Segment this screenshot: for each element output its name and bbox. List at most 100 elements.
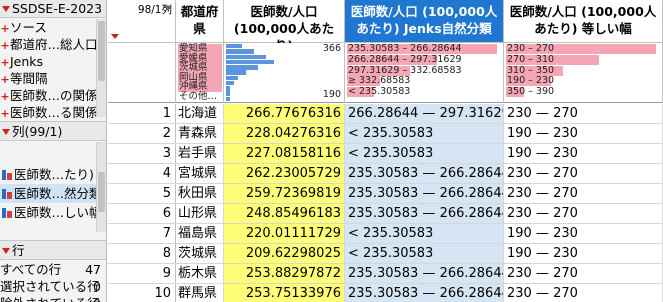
expand-plus-icon[interactable]: + [0,71,10,87]
script-item[interactable]: +Jenks [0,53,96,70]
script-item[interactable]: +ソース [0,19,96,36]
expand-plus-icon[interactable]: + [0,37,10,53]
cell-pref[interactable]: 秋田県 [176,184,224,203]
scripts-scrollbar[interactable] [96,19,106,117]
row-number[interactable]: 3 [108,144,176,163]
columns-scrollbar[interactable] [96,142,106,232]
scripts-scrollbar-thumb[interactable] [98,21,105,81]
cell-val[interactable]: 209.62298025 [224,244,345,263]
cell-pref[interactable]: 北海道 [176,104,224,123]
cell-pref[interactable]: 青森県 [176,124,224,143]
cell-eq[interactable]: 190 — 230 [504,124,663,143]
table-name: SSDSE-E-2023 [12,1,103,16]
disclosure-red-icon[interactable] [2,248,10,254]
row-menu-icon[interactable] [111,34,119,39]
table-row[interactable]: 8 茨城県 209.62298025 < 235.30583 190 — 230 [108,244,663,264]
expand-plus-icon[interactable]: + [0,88,10,104]
cell-val[interactable]: 266.77676316 [224,104,345,123]
column-item[interactable]: 医師数…しい幅 [0,203,96,222]
expand-plus-icon[interactable]: + [0,105,10,121]
row-number[interactable]: 2 [108,124,176,143]
script-item-label: ソース [10,20,47,35]
cell-jenks[interactable]: 235.30583 — 266.28644 [345,264,504,283]
table-row[interactable]: 1 北海道 266.77676316 266.28644 — 297.31629 230… [108,104,663,124]
cell-val[interactable]: 220.01111729 [224,224,345,243]
row-number[interactable]: 5 [108,184,176,203]
cell-eq[interactable]: 230 — 270 [504,164,663,183]
cell-pref[interactable]: 宮城県 [176,164,224,183]
cell-eq[interactable]: 190 — 230 [504,224,663,243]
cell-jenks[interactable]: < 235.30583 [345,124,504,143]
column-item[interactable]: 医師数…たり) [0,165,96,184]
cell-jenks[interactable]: 266.28644 — 297.31629 [345,104,504,123]
row-number[interactable]: 8 [108,244,176,263]
row-number[interactable]: 4 [108,164,176,183]
script-item[interactable]: +等間隔 [0,70,96,87]
col-header-jenks[interactable]: 医師数/人口 (100,000人あたり) Jenks自然分類 [345,0,504,43]
col-header-eq[interactable]: 医師数/人口 (100,000人あたり) 等しい幅 [504,0,663,43]
table-row[interactable]: 9 栃木県 253.88297872 235.30583 — 266.28644 230… [108,264,663,284]
row-number[interactable]: 6 [108,204,176,223]
cell-eq[interactable]: 190 — 230 [504,144,663,163]
disclosure-red-icon[interactable] [2,129,10,135]
script-item-label: 医師数…の関係 [10,88,96,103]
table-row[interactable]: 4 宮城県 262.23005729 235.30583 — 266.28644 230… [108,164,663,184]
script-item-label: 医師数…る関係 [10,105,96,120]
cell-val[interactable]: 228.04276316 [224,124,345,143]
col-header-pref[interactable]: 都道府県 [176,0,224,43]
cell-val[interactable]: 253.75133976 [224,284,345,302]
cell-pref[interactable]: 群馬県 [176,284,224,302]
cell-jenks[interactable]: 235.30583 — 266.28644 [345,204,504,223]
table-row[interactable]: 7 福島県 220.01111729 < 235.30583 190 — 230 [108,224,663,244]
summary-rowheader [108,43,176,103]
table-row[interactable]: 2 青森県 228.04276316 < 235.30583 190 — 230 [108,124,663,144]
column-item[interactable]: 医師数…然分類 [0,184,96,203]
script-item[interactable]: +都道府…総人口 [0,36,96,53]
expand-plus-icon[interactable]: + [0,54,10,70]
columns-panel-header[interactable]: 列(99/1) [0,121,106,141]
cell-val[interactable]: 262.23005729 [224,164,345,183]
cell-eq[interactable]: 230 — 270 [504,104,663,123]
summary-val: 366 190 [224,43,345,103]
table-row[interactable]: 3 岩手県 227.08158116 < 235.30583 190 — 230 [108,144,663,164]
cell-jenks[interactable]: < 235.30583 [345,244,504,263]
table-row[interactable]: 6 山形県 248.85496183 235.30583 — 266.28644 230… [108,204,663,224]
cell-val[interactable]: 227.08158116 [224,144,345,163]
disclosure-red-icon[interactable] [2,6,10,12]
histogram-bar [226,54,266,59]
cell-pref[interactable]: 岩手県 [176,144,224,163]
script-item[interactable]: +医師数…る関係 [0,104,96,121]
script-item[interactable]: +医師数…の関係 [0,87,96,104]
cell-pref[interactable]: 栃木県 [176,264,224,283]
rows-panel-header[interactable]: 行 [0,240,106,260]
cell-jenks[interactable]: 235.30583 — 266.28644 [345,164,504,183]
cell-pref[interactable]: 山形県 [176,204,224,223]
table-row[interactable]: 10 群馬県 253.75133976 235.30583 — 266.28644 23… [108,284,663,302]
cell-jenks[interactable]: < 235.30583 [345,144,504,163]
cell-pref[interactable]: 茨城県 [176,244,224,263]
column-menu-icon[interactable] [164,6,172,11]
cell-eq[interactable]: 230 — 270 [504,184,663,203]
cell-val[interactable]: 253.88297872 [224,264,345,283]
row-number[interactable]: 9 [108,264,176,283]
cell-eq[interactable]: 230 — 270 [504,204,663,223]
table-row[interactable]: 5 秋田県 259.72369819 235.30583 — 266.28644 230… [108,184,663,204]
row-number[interactable]: 7 [108,224,176,243]
col-header-val[interactable]: 医師数/人口 (100,000人あたり) [224,0,345,53]
cell-val[interactable]: 248.85496183 [224,204,345,223]
cell-eq[interactable]: 190 — 230 [504,244,663,263]
row-number[interactable]: 10 [108,284,176,302]
columns-scrollbar-thumb[interactable] [98,172,105,212]
row-stat-label: すべての行 [0,262,62,277]
table-panel-header[interactable]: SSDSE-E-2023 [0,0,106,18]
row-number[interactable]: 1 [108,104,176,123]
cell-eq[interactable]: 230 — 270 [504,284,663,302]
cell-jenks[interactable]: < 235.30583 [345,224,504,243]
cell-pref[interactable]: 福島県 [176,224,224,243]
cell-val[interactable]: 259.72369819 [224,184,345,203]
cell-jenks[interactable]: 235.30583 — 266.28644 [345,284,504,302]
cell-eq[interactable]: 230 — 270 [504,264,663,283]
cell-jenks[interactable]: 235.30583 — 266.28644 [345,184,504,203]
grid-corner[interactable]: 98/1列 [108,0,176,43]
expand-plus-icon[interactable]: + [0,20,10,36]
